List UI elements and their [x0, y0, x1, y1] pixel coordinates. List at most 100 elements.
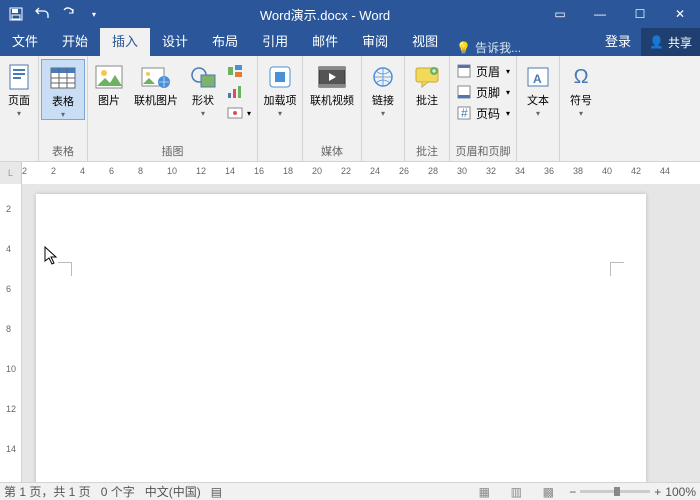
qat-customize-dropdown[interactable]: ▾: [82, 2, 106, 26]
shapes-button[interactable]: 形状 ▾: [184, 59, 222, 118]
header-icon: [456, 63, 472, 79]
comment-label: 批注: [416, 95, 438, 107]
addin-button[interactable]: 加载项 ▾: [260, 59, 300, 118]
document-page[interactable]: [36, 194, 646, 482]
vertical-ruler[interactable]: 2468101214: [0, 184, 22, 482]
picture-label: 图片: [98, 95, 120, 107]
chevron-down-icon: ▾: [506, 109, 510, 118]
chevron-down-icon: ▾: [506, 88, 510, 97]
ribbon-tabs: 文件 开始 插入 设计 布局 引用 邮件 审阅 视图 💡告诉我... 登录 👤 共…: [0, 28, 700, 56]
smartart-icon: [227, 63, 243, 79]
tab-layout[interactable]: 布局: [200, 28, 250, 56]
group-tables: 表格 ▾ 表格: [39, 56, 88, 161]
undo-button[interactable]: [30, 2, 54, 26]
footer-label: 页脚: [476, 84, 500, 101]
page-icon: [3, 61, 35, 93]
video-label: 联机视频: [310, 95, 354, 107]
group-tables-label: 表格: [52, 145, 74, 161]
page-label: 页面: [8, 95, 30, 107]
picture-button[interactable]: 图片: [90, 59, 128, 107]
shapes-label: 形状: [192, 95, 214, 107]
group-comments: 批注 批注: [405, 56, 450, 161]
minimize-button[interactable]: —: [580, 0, 620, 28]
screenshot-button[interactable]: ▾: [227, 103, 251, 123]
online-picture-button[interactable]: 联机图片: [129, 59, 183, 107]
chevron-down-icon: ▾: [61, 110, 65, 119]
group-pages: 页面 ▾: [0, 56, 39, 161]
margin-corner-tr: [610, 262, 624, 276]
tab-review[interactable]: 审阅: [350, 28, 400, 56]
chevron-down-icon: ▾: [381, 109, 385, 118]
chevron-down-icon: ▾: [17, 109, 21, 118]
chevron-down-icon: ▾: [506, 67, 510, 76]
ribbon-display-button[interactable]: ▭: [540, 0, 580, 28]
group-media-label: 媒体: [321, 145, 343, 161]
margin-corner-tl: [58, 262, 72, 276]
screenshot-icon: [227, 105, 243, 121]
table-icon: [47, 62, 79, 94]
symbol-label: 符号: [570, 95, 592, 107]
group-media: 联机视频 媒体: [303, 56, 362, 161]
view-read-mode[interactable]: ▦: [473, 485, 495, 499]
ruler-corner: L: [0, 162, 22, 184]
group-illustrations: 图片 联机图片 形状 ▾ ▾ 插图: [88, 56, 258, 161]
maximize-button[interactable]: ☐: [620, 0, 660, 28]
link-label: 链接: [372, 95, 394, 107]
close-button[interactable]: ✕: [660, 0, 700, 28]
zoom-out-button[interactable]: −: [569, 485, 576, 499]
addin-label: 加载项: [264, 95, 297, 107]
group-illustrations-label: 插图: [162, 145, 184, 161]
symbol-button[interactable]: Ω 符号 ▾: [562, 59, 600, 118]
tab-view[interactable]: 视图: [400, 28, 450, 56]
document-area: 2468101214: [0, 184, 700, 482]
symbol-icon: Ω: [565, 61, 597, 93]
zoom-level[interactable]: 100%: [665, 485, 696, 499]
zoom-control: − + 100%: [569, 485, 696, 499]
tell-me-search[interactable]: 💡告诉我...: [450, 39, 595, 56]
link-button[interactable]: 链接 ▾: [364, 59, 402, 118]
page-container[interactable]: [22, 184, 700, 482]
table-label: 表格: [52, 96, 74, 108]
view-web-layout[interactable]: ▩: [537, 485, 559, 499]
login-button[interactable]: 登录: [595, 28, 641, 56]
smartart-button[interactable]: [227, 61, 251, 81]
page-button[interactable]: 页面 ▾: [2, 59, 36, 118]
zoom-slider[interactable]: [580, 490, 650, 493]
textbox-button[interactable]: A 文本 ▾: [519, 59, 557, 118]
status-accessibility-icon[interactable]: ▤: [211, 485, 222, 499]
header-button[interactable]: 页眉▾: [456, 61, 510, 81]
group-links: 链接 ▾: [362, 56, 405, 161]
share-icon: 👤: [649, 35, 664, 49]
svg-text:#: #: [461, 106, 468, 120]
tab-design[interactable]: 设计: [150, 28, 200, 56]
tab-home[interactable]: 开始: [50, 28, 100, 56]
title-bar: ▾ Word演示.docx - Word ▭ — ☐ ✕: [0, 0, 700, 28]
footer-icon: [456, 84, 472, 100]
zoom-slider-thumb[interactable]: [614, 487, 620, 496]
share-button[interactable]: 👤 共享: [641, 28, 700, 56]
status-page[interactable]: 第 1 页，共 1 页: [4, 483, 91, 500]
online-video-button[interactable]: 联机视频: [305, 59, 359, 107]
status-words[interactable]: 0 个字: [101, 483, 135, 500]
status-bar: 第 1 页，共 1 页 0 个字 中文(中国) ▤ ▦ ▥ ▩ − + 100%: [0, 482, 700, 500]
chart-button[interactable]: [227, 82, 251, 102]
footer-button[interactable]: 页脚 ▾: [456, 82, 510, 102]
page-number-button[interactable]: #页码▾: [456, 103, 510, 123]
save-button[interactable]: [4, 2, 28, 26]
table-button[interactable]: 表格 ▾: [41, 59, 85, 120]
tab-mailings[interactable]: 邮件: [300, 28, 350, 56]
group-text: A 文本 ▾: [517, 56, 560, 161]
zoom-in-button[interactable]: +: [654, 485, 661, 499]
header-footer-stack: 页眉▾ 页脚 ▾ #页码▾: [452, 59, 514, 125]
link-icon: [367, 61, 399, 93]
share-label: 共享: [668, 34, 692, 51]
view-print-layout[interactable]: ▥: [505, 485, 527, 499]
horizontal-ruler[interactable]: L 22468101214161820222426283032343638404…: [0, 162, 700, 184]
group-comments-label: 批注: [416, 145, 438, 161]
tab-file[interactable]: 文件: [0, 28, 50, 56]
redo-button[interactable]: [56, 2, 80, 26]
tab-references[interactable]: 引用: [250, 28, 300, 56]
comment-button[interactable]: 批注: [407, 59, 447, 107]
tab-insert[interactable]: 插入: [100, 28, 150, 56]
status-language[interactable]: 中文(中国): [145, 483, 201, 500]
